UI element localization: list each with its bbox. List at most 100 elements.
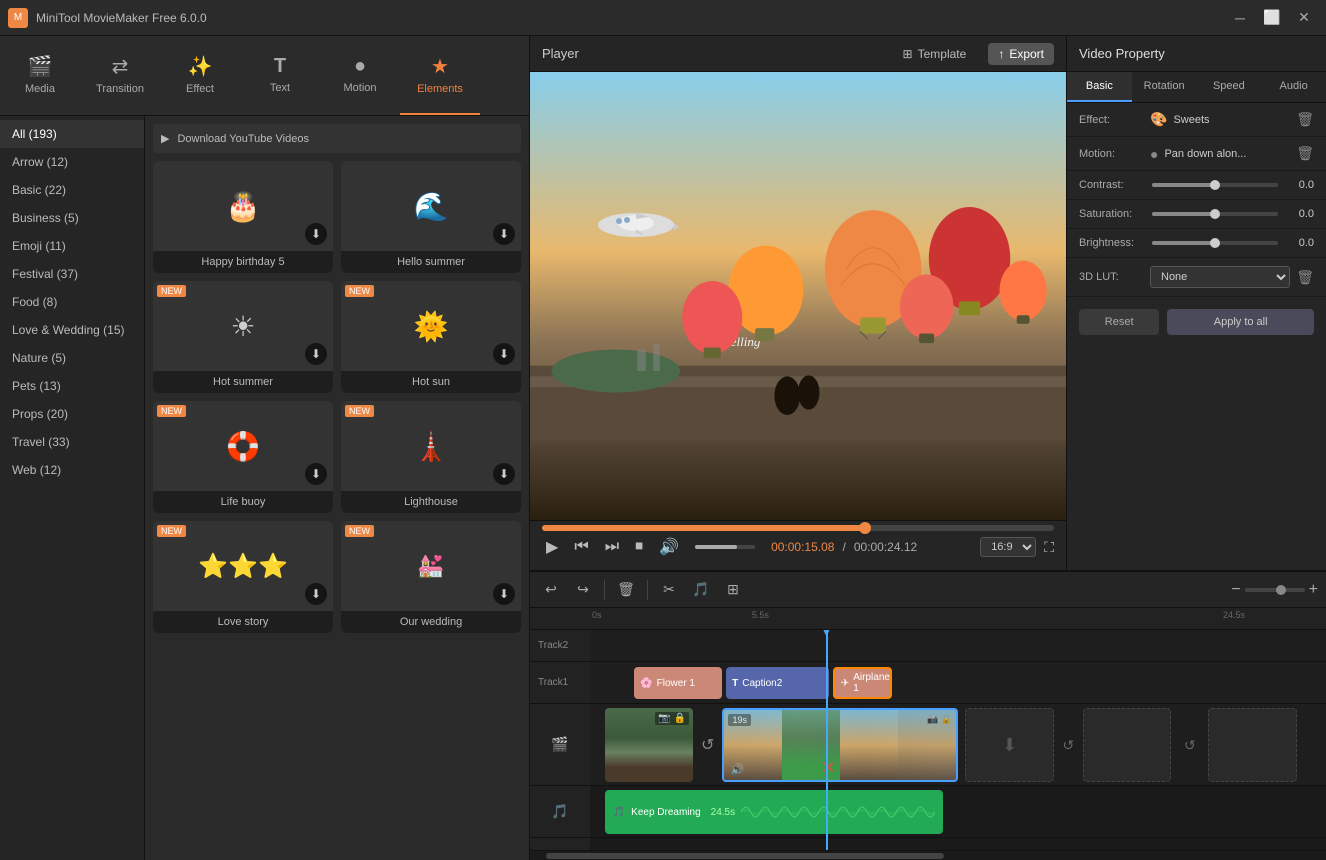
element-item-hotsummer[interactable]: NEW ☀ ⬇ Hot summer	[153, 281, 333, 393]
tab-motion[interactable]: ● Motion	[320, 36, 400, 115]
category-travel[interactable]: Travel (33)	[0, 428, 144, 456]
category-emoji[interactable]: Emoji (11)	[0, 232, 144, 260]
download-hotsummer-btn[interactable]: ⬇	[305, 343, 327, 365]
close-button[interactable]: ✕	[1290, 4, 1318, 32]
tab-elements[interactable]: ★ Elements	[400, 36, 480, 115]
cut-button[interactable]: ✂	[656, 577, 682, 603]
airplane-clip[interactable]: ✈ Airplane 1	[833, 667, 892, 699]
new-badge-lifebuoy: NEW	[157, 405, 186, 417]
audio-clip[interactable]: 🎵 Keep Dreaming 24.5s	[605, 790, 944, 834]
brightness-handle[interactable]	[1210, 238, 1220, 248]
category-arrow[interactable]: Arrow (12)	[0, 148, 144, 176]
category-food[interactable]: Food (8)	[0, 288, 144, 316]
empty-slot-1[interactable]: ⬇	[965, 708, 1053, 782]
audio-button[interactable]: 🎵	[688, 577, 714, 603]
aspect-ratio-select[interactable]: 16:9 4:3 1:1 9:16	[980, 537, 1036, 557]
volume-button[interactable]: 🔊	[655, 535, 683, 559]
flower-clip[interactable]: 🌸 Flower 1	[634, 667, 722, 699]
category-festival[interactable]: Festival (37)	[0, 260, 144, 288]
redo-button[interactable]: ↪	[570, 577, 596, 603]
ruler-mark-1: 5.5s	[752, 610, 769, 620]
delete-clip-button[interactable]: 🗑	[613, 577, 639, 603]
category-web[interactable]: Web (12)	[0, 456, 144, 484]
motion-delete-button[interactable]: 🗑	[1296, 145, 1314, 162]
element-item-ourwedding[interactable]: NEW 💒 ⬇ Our wedding	[341, 521, 521, 633]
download-hellosummer-btn[interactable]: ⬇	[493, 223, 515, 245]
download-birthday-btn[interactable]: ⬇	[305, 223, 327, 245]
element-thumb-birthday: 🎂 ⬇	[153, 161, 333, 251]
toolbar-separator-2	[647, 580, 648, 600]
category-business[interactable]: Business (5)	[0, 204, 144, 232]
tab-transition[interactable]: ⇄ Transition	[80, 36, 160, 115]
element-item-hellosummer[interactable]: 🌊 ⬇ Hello summer	[341, 161, 521, 273]
props-tab-rotation[interactable]: Rotation	[1132, 72, 1197, 102]
contrast-slider[interactable]	[1152, 183, 1278, 187]
apply-all-button[interactable]: Apply to all	[1167, 309, 1314, 335]
main-video-clip[interactable]: 19s 📷 🔒 🔊 ✕	[722, 708, 958, 782]
category-all[interactable]: All (193)	[0, 120, 144, 148]
tab-effect[interactable]: ✨ Effect	[160, 36, 240, 115]
props-tab-audio[interactable]: Audio	[1261, 72, 1326, 102]
scrollbar-thumb[interactable]	[546, 853, 944, 859]
transition-slot-3[interactable]: ↺	[1179, 708, 1201, 782]
category-nature[interactable]: Nature (5)	[0, 344, 144, 372]
zoom-in-button[interactable]: +	[1309, 581, 1318, 599]
element-label-lovestory: Love story	[153, 611, 333, 633]
minimize-button[interactable]: ─	[1226, 4, 1254, 32]
download-ourwedding-btn[interactable]: ⬇	[493, 583, 515, 605]
lut-select[interactable]: None Vivid Vintage Cool	[1150, 266, 1290, 288]
brightness-slider[interactable]	[1152, 241, 1278, 245]
export-button[interactable]: ↑ Export	[988, 43, 1054, 65]
empty-slot-3[interactable]	[1208, 708, 1296, 782]
volume-slider[interactable]	[695, 545, 755, 549]
next-frame-button[interactable]: ⏭	[601, 536, 623, 558]
category-pets[interactable]: Pets (13)	[0, 372, 144, 400]
progress-bar[interactable]	[542, 525, 1054, 531]
category-lovewedding[interactable]: Love & Wedding (15)	[0, 316, 144, 344]
restore-button[interactable]: ⬜	[1258, 4, 1286, 32]
timeline-scrollbar[interactable]	[530, 850, 1326, 860]
play-button[interactable]: ▶	[542, 535, 562, 559]
download-lighthouse-btn[interactable]: ⬇	[493, 463, 515, 485]
transition-slot-2[interactable]: ↺	[1057, 708, 1079, 782]
category-basic[interactable]: Basic (22)	[0, 176, 144, 204]
download-lifebuoy-btn[interactable]: ⬇	[305, 463, 327, 485]
category-props[interactable]: Props (20)	[0, 400, 144, 428]
effect-delete-button[interactable]: 🗑	[1296, 111, 1314, 128]
stop-button[interactable]: ⏹	[631, 536, 647, 558]
contrast-handle[interactable]	[1210, 180, 1220, 190]
transition-slot-1[interactable]: ↺	[697, 708, 719, 782]
element-item-lighthouse[interactable]: NEW 🗼 ⬇ Lighthouse	[341, 401, 521, 513]
tab-media[interactable]: 🎬 Media	[0, 36, 80, 115]
download-lovestory-btn[interactable]: ⬇	[305, 583, 327, 605]
saturation-slider[interactable]	[1152, 212, 1278, 216]
zoom-out-button[interactable]: −	[1231, 581, 1240, 599]
empty-slot-2[interactable]	[1083, 708, 1171, 782]
lut-delete-button[interactable]: 🗑	[1296, 269, 1314, 286]
element-item-hotsun[interactable]: NEW 🌞 ⬇ Hot sun	[341, 281, 521, 393]
caption-clip[interactable]: T Caption2	[726, 667, 829, 699]
props-tab-speed[interactable]: Speed	[1197, 72, 1262, 102]
add-track-button[interactable]: 🎵	[530, 786, 590, 838]
download-hotsun-btn[interactable]: ⬇	[493, 343, 515, 365]
element-item-birthday[interactable]: 🎂 ⬇ Happy birthday 5	[153, 161, 333, 273]
download-youtube-bar[interactable]: ▶ Download YouTube Videos	[153, 124, 521, 153]
zoom-handle[interactable]	[1276, 585, 1286, 595]
element-item-lifebuoy[interactable]: NEW 🛟 ⬇ Life buoy	[153, 401, 333, 513]
motion-row: Motion: ● Pan down alon... 🗑	[1067, 137, 1326, 171]
element-item-lovestory[interactable]: NEW ⭐⭐⭐ ⬇ Love story	[153, 521, 333, 633]
progress-handle[interactable]	[859, 522, 871, 534]
airplane-icon: ✈	[841, 678, 849, 689]
saturation-handle[interactable]	[1210, 209, 1220, 219]
crop-button[interactable]: ⊞	[720, 577, 746, 603]
undo-button[interactable]: ↩	[538, 577, 564, 603]
prev-frame-button[interactable]: ⏮	[570, 536, 592, 558]
video-track-left: 🎬	[530, 704, 590, 786]
template-button[interactable]: ⊞ Template	[893, 43, 977, 65]
fullscreen-button[interactable]: ⛶	[1044, 539, 1054, 556]
video-thumb-1[interactable]: 📷 🔒	[605, 708, 693, 782]
zoom-slider[interactable]	[1245, 588, 1305, 592]
props-tab-basic[interactable]: Basic	[1067, 72, 1132, 102]
reset-button[interactable]: Reset	[1079, 309, 1159, 335]
tab-text[interactable]: T Text	[240, 36, 320, 115]
